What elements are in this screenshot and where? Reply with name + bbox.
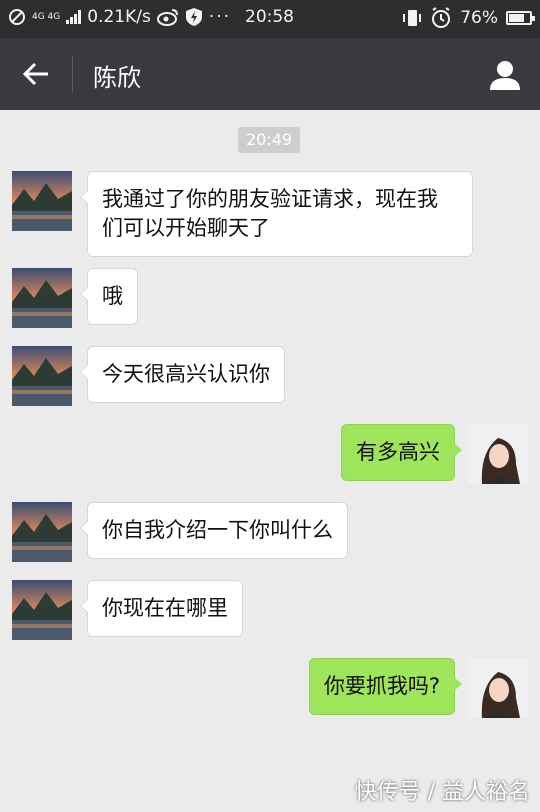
more-notifications-icon: ··· bbox=[208, 7, 232, 27]
chat-timestamp: 20:49 bbox=[238, 127, 301, 153]
signal-icon bbox=[66, 10, 82, 24]
alarm-icon bbox=[432, 7, 451, 28]
my-avatar[interactable] bbox=[468, 658, 528, 718]
contact-avatar[interactable] bbox=[12, 346, 72, 406]
chat-title: 陈欣 bbox=[93, 64, 141, 92]
title-bar: 陈欣 bbox=[0, 38, 540, 110]
watermark: 快传号 / 益人裕名 bbox=[354, 780, 530, 805]
message-bubble-incoming[interactable]: 你自我介绍一下你叫什么 bbox=[80, 502, 348, 559]
network-speed: 0.21K/s bbox=[87, 7, 151, 27]
message-bubble-incoming[interactable]: 你现在在哪里 bbox=[80, 580, 243, 637]
status-left: 4G 4G 0.21K/s ··· bbox=[8, 7, 231, 27]
network-type: 4G 4G bbox=[32, 11, 61, 22]
contact-avatar[interactable] bbox=[12, 268, 72, 328]
arrow-left-icon bbox=[22, 62, 48, 86]
clock: 20:58 bbox=[245, 7, 294, 27]
message-bubble-incoming[interactable]: 今天很高兴认识你 bbox=[80, 346, 285, 403]
battery-icon bbox=[506, 11, 535, 25]
message-bubble-incoming[interactable]: 我通过了你的朋友验证请求，现在我们可以开始聊天了 bbox=[80, 171, 473, 257]
my-avatar[interactable] bbox=[468, 424, 528, 484]
shield-bolt-icon bbox=[185, 8, 202, 26]
message-bubble-outgoing[interactable]: 有多高兴 bbox=[341, 424, 462, 481]
contact-avatar[interactable] bbox=[12, 502, 72, 562]
person-icon bbox=[490, 61, 520, 90]
header-divider bbox=[72, 56, 73, 92]
status-bar: 4G 4G 0.21K/s ··· 20:58 76% bbox=[0, 0, 540, 38]
message-bubble-outgoing[interactable]: 你要抓我吗? bbox=[308, 658, 463, 715]
vibrate-icon bbox=[403, 10, 422, 26]
contact-avatar[interactable] bbox=[12, 580, 72, 640]
message-bubble-incoming[interactable]: 哦 bbox=[80, 268, 138, 325]
contact-avatar[interactable] bbox=[12, 171, 72, 231]
weibo-icon bbox=[156, 9, 178, 26]
battery-percent: 76% bbox=[460, 8, 498, 28]
no-disturb-icon bbox=[9, 9, 25, 25]
status-right: 76% bbox=[402, 7, 535, 29]
back-button[interactable] bbox=[18, 56, 54, 92]
profile-button[interactable] bbox=[488, 58, 522, 92]
